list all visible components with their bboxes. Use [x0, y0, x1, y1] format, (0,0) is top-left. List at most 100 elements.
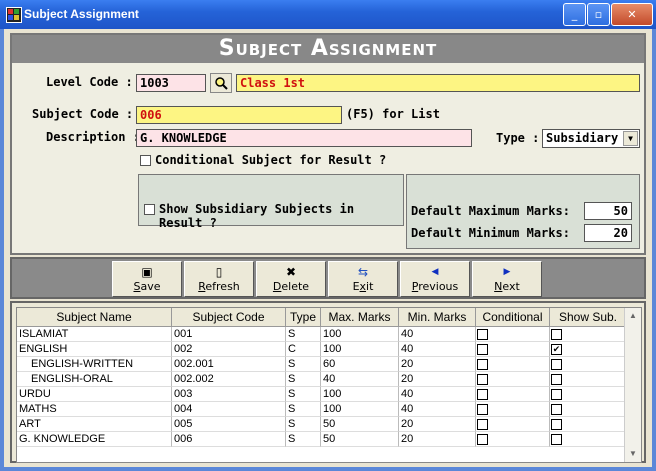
- conditional-checkbox[interactable]: [477, 434, 488, 445]
- cell-min-marks[interactable]: 20: [399, 432, 476, 447]
- cell-subject-name[interactable]: ART: [17, 417, 172, 432]
- col-header-type[interactable]: Type: [286, 308, 321, 327]
- cell-subject-name[interactable]: ISLAMIAT: [17, 327, 172, 342]
- cell-type[interactable]: S: [286, 417, 321, 432]
- table-row[interactable]: ENGLISH-ORAL 002.002 S 40 20: [17, 372, 629, 387]
- description-input[interactable]: G. KNOWLEDGE: [136, 129, 472, 147]
- cell-subject-code[interactable]: 002.001: [172, 357, 286, 372]
- col-header-conditional[interactable]: Conditional: [476, 308, 550, 327]
- cell-subject-name[interactable]: ENGLISH-WRITTEN: [17, 357, 172, 372]
- cell-subject-code[interactable]: 006: [172, 432, 286, 447]
- conditional-checkbox[interactable]: [477, 374, 488, 385]
- cell-min-marks[interactable]: 40: [399, 402, 476, 417]
- conditional-checkbox[interactable]: [477, 344, 488, 355]
- col-header-max-marks[interactable]: Max. Marks: [321, 308, 399, 327]
- cell-subject-code[interactable]: 003: [172, 387, 286, 402]
- app-window: Subject Assignment _ ▫ ✕ Subject Assignm…: [0, 0, 656, 471]
- minimize-button[interactable]: _: [563, 3, 586, 26]
- table-row[interactable]: G. KNOWLEDGE 006 S 50 20: [17, 432, 629, 447]
- delete-button[interactable]: ✖ Delete: [256, 261, 326, 297]
- show-sub-checkbox[interactable]: [551, 404, 562, 415]
- app-icon[interactable]: [6, 7, 22, 23]
- cell-type[interactable]: S: [286, 327, 321, 342]
- cell-type[interactable]: S: [286, 357, 321, 372]
- cell-type[interactable]: S: [286, 387, 321, 402]
- refresh-button[interactable]: ▯ Refresh: [184, 261, 254, 297]
- next-button[interactable]: ▶ Next: [472, 261, 542, 297]
- col-header-min-marks[interactable]: Min. Marks: [399, 308, 476, 327]
- level-code-input[interactable]: 1003: [136, 74, 206, 92]
- min-marks-input[interactable]: 20: [584, 224, 632, 242]
- scroll-down-icon[interactable]: ▼: [625, 446, 641, 462]
- previous-button[interactable]: ◀ Previous: [400, 261, 470, 297]
- show-sub-checkbox[interactable]: ✔: [551, 344, 562, 355]
- cell-subject-name[interactable]: URDU: [17, 387, 172, 402]
- max-marks-input[interactable]: 50: [584, 202, 632, 220]
- cell-type[interactable]: S: [286, 432, 321, 447]
- show-sub-checkbox[interactable]: [551, 374, 562, 385]
- subject-grid[interactable]: Subject Name Subject Code Type Max. Mark…: [16, 307, 642, 463]
- maximize-button[interactable]: ▫: [587, 3, 610, 26]
- cell-conditional: [476, 372, 550, 387]
- cell-min-marks[interactable]: 20: [399, 372, 476, 387]
- cell-min-marks[interactable]: 40: [399, 327, 476, 342]
- type-select[interactable]: Subsidiary ▼: [542, 129, 640, 148]
- table-row[interactable]: ENGLISH 002 C 100 40 ✔: [17, 342, 629, 357]
- conditional-checkbox[interactable]: [140, 155, 151, 166]
- conditional-checkbox[interactable]: [477, 419, 488, 430]
- show-sub-checkbox[interactable]: [551, 359, 562, 370]
- conditional-checkbox[interactable]: [477, 359, 488, 370]
- grid-scrollbar[interactable]: ▲ ▼: [624, 308, 641, 462]
- table-row[interactable]: ENGLISH-WRITTEN 002.001 S 60 20: [17, 357, 629, 372]
- cell-subject-name[interactable]: MATHS: [17, 402, 172, 417]
- col-header-subject-name[interactable]: Subject Name: [17, 308, 172, 327]
- cell-min-marks[interactable]: 20: [399, 357, 476, 372]
- cell-max-marks[interactable]: 60: [321, 357, 399, 372]
- cell-max-marks[interactable]: 40: [321, 372, 399, 387]
- cell-max-marks[interactable]: 50: [321, 432, 399, 447]
- cell-type[interactable]: C: [286, 342, 321, 357]
- close-button[interactable]: ✕: [611, 3, 653, 26]
- col-header-show-sub[interactable]: Show Sub.: [550, 308, 627, 327]
- exit-button[interactable]: ⇆ Exit: [328, 261, 398, 297]
- conditional-checkbox[interactable]: [477, 329, 488, 340]
- table-row[interactable]: MATHS 004 S 100 40: [17, 402, 629, 417]
- cell-subject-code[interactable]: 004: [172, 402, 286, 417]
- cell-subject-code[interactable]: 002: [172, 342, 286, 357]
- cell-min-marks[interactable]: 40: [399, 387, 476, 402]
- page-icon: ▯: [215, 265, 223, 279]
- show-sub-checkbox[interactable]: [551, 329, 562, 340]
- table-row[interactable]: ART 005 S 50 20: [17, 417, 629, 432]
- cell-max-marks[interactable]: 100: [321, 342, 399, 357]
- cell-subject-code[interactable]: 005: [172, 417, 286, 432]
- cell-subject-name[interactable]: G. KNOWLEDGE: [17, 432, 172, 447]
- save-button[interactable]: ▣ Save: [112, 261, 182, 297]
- cell-max-marks[interactable]: 50: [321, 417, 399, 432]
- cell-min-marks[interactable]: 40: [399, 342, 476, 357]
- conditional-checkbox[interactable]: [477, 389, 488, 400]
- title-bar[interactable]: Subject Assignment _ ▫ ✕: [0, 0, 656, 29]
- cell-type[interactable]: S: [286, 372, 321, 387]
- show-sub-checkbox[interactable]: [551, 434, 562, 445]
- table-row[interactable]: URDU 003 S 100 40: [17, 387, 629, 402]
- show-sub-checkbox[interactable]: [551, 419, 562, 430]
- cell-subject-name[interactable]: ENGLISH: [17, 342, 172, 357]
- cell-subject-code[interactable]: 001: [172, 327, 286, 342]
- cell-max-marks[interactable]: 100: [321, 402, 399, 417]
- show-sub-checkbox[interactable]: [551, 389, 562, 400]
- level-search-button[interactable]: [210, 73, 232, 93]
- cell-type[interactable]: S: [286, 402, 321, 417]
- scroll-up-icon[interactable]: ▲: [625, 308, 641, 324]
- cell-max-marks[interactable]: 100: [321, 327, 399, 342]
- cell-subject-name[interactable]: ENGLISH-ORAL: [17, 372, 172, 387]
- cell-subject-code[interactable]: 002.002: [172, 372, 286, 387]
- col-header-subject-code[interactable]: Subject Code: [172, 308, 286, 327]
- conditional-checkbox[interactable]: [477, 404, 488, 415]
- table-row[interactable]: ISLAMIAT 001 S 100 40: [17, 327, 629, 342]
- show-subsidiary-checkbox[interactable]: [144, 204, 155, 215]
- chevron-down-icon[interactable]: ▼: [623, 131, 638, 146]
- subject-code-input[interactable]: 006: [136, 106, 342, 124]
- cell-min-marks[interactable]: 20: [399, 417, 476, 432]
- cell-conditional: [476, 342, 550, 357]
- cell-max-marks[interactable]: 100: [321, 387, 399, 402]
